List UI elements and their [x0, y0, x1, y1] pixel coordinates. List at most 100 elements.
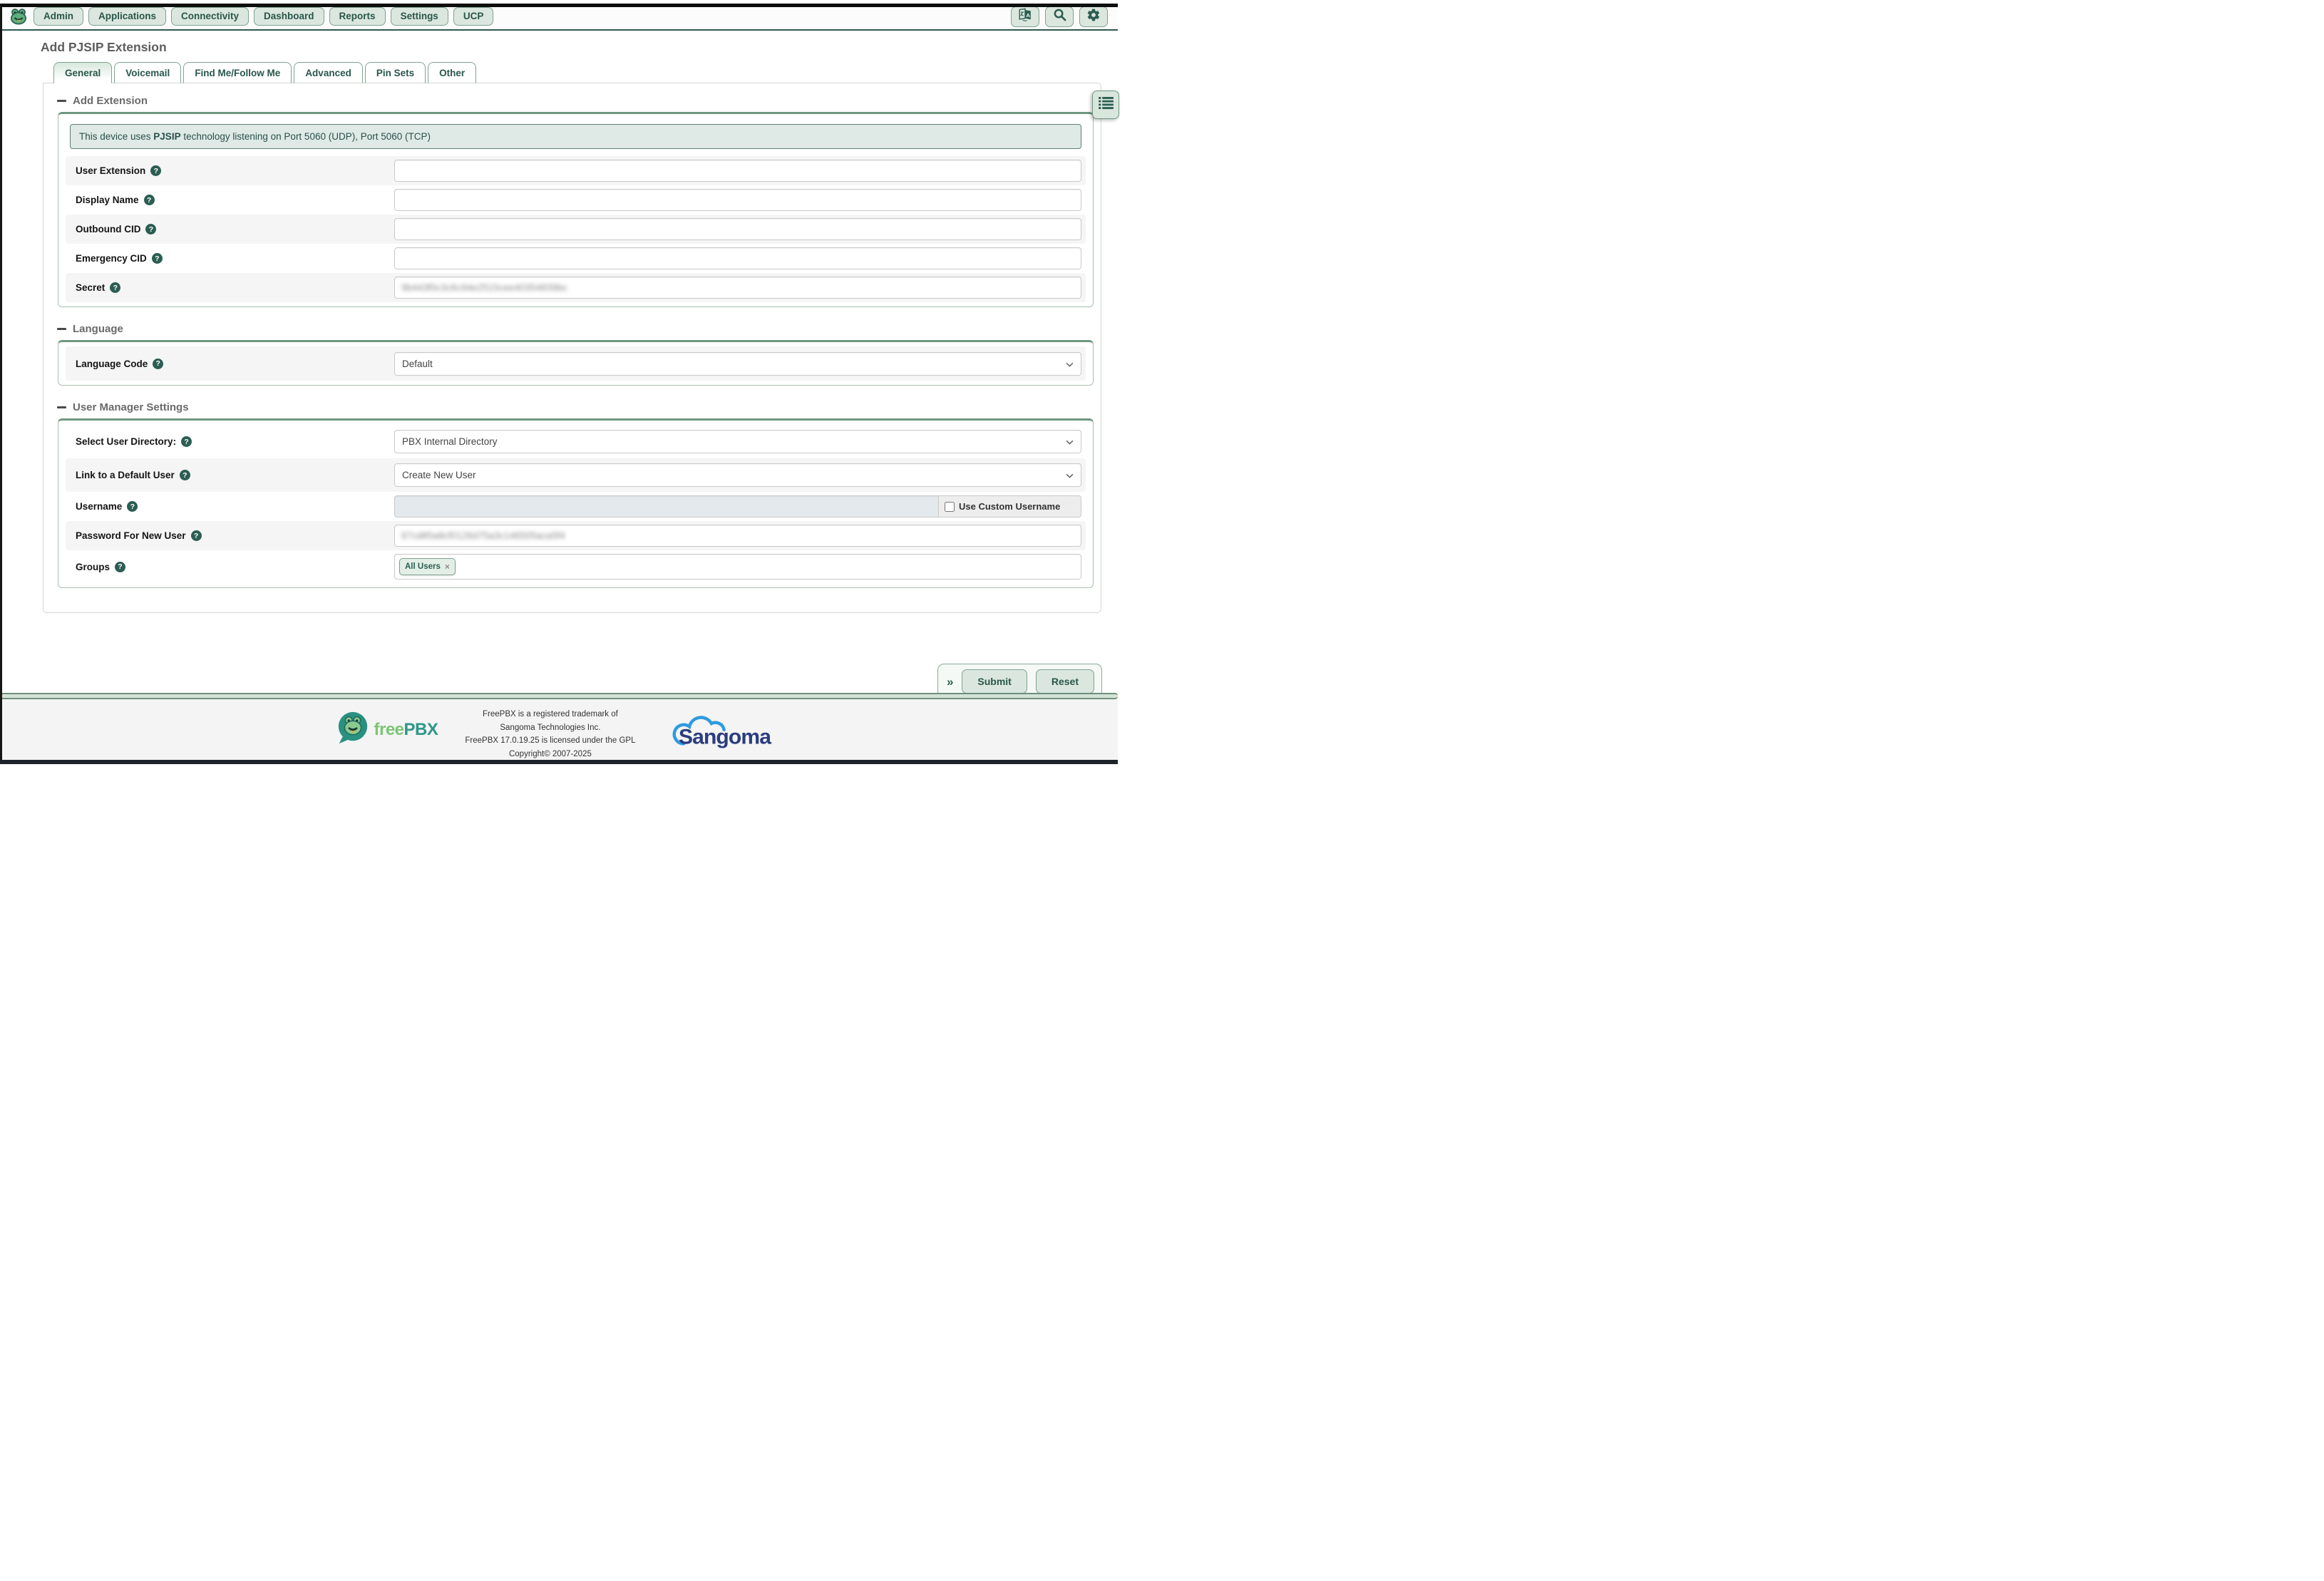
- help-icon[interactable]: ?: [145, 224, 156, 235]
- secret-label: Secret: [76, 282, 105, 293]
- nav-settings[interactable]: Settings: [391, 7, 448, 26]
- user-extension-label: User Extension: [76, 165, 145, 176]
- chevron-down-icon: [1066, 359, 1074, 369]
- language-translate-button[interactable]: A: [1011, 6, 1039, 27]
- footer-line: Sangoma Technologies Inc.: [465, 721, 635, 735]
- outbound-cid-input[interactable]: [394, 218, 1081, 240]
- notice-prefix: This device uses: [79, 131, 153, 142]
- section-add-extension[interactable]: Add Extension: [57, 95, 1101, 107]
- tab-find-me-follow-me[interactable]: Find Me/Follow Me: [183, 62, 292, 83]
- settings-gear-button[interactable]: [1079, 6, 1108, 27]
- section-language[interactable]: Language: [57, 323, 1101, 335]
- collapse-minus-icon: [57, 100, 66, 102]
- top-navbar: Admin Applications Connectivity Dashboar…: [0, 4, 1118, 31]
- custom-username-addon: Use Custom Username: [939, 495, 1081, 517]
- use-custom-username-label: Use Custom Username: [959, 501, 1060, 512]
- tab-general[interactable]: General: [53, 62, 112, 83]
- collapse-minus-icon: [57, 328, 66, 330]
- help-icon[interactable]: ?: [144, 195, 155, 205]
- freepbx-frog-icon[interactable]: [9, 8, 29, 25]
- group-tag-all-users[interactable]: All Users ×: [399, 558, 456, 575]
- section-title: Language: [73, 323, 123, 335]
- user-directory-select[interactable]: PBX Internal Directory: [394, 430, 1081, 453]
- help-icon[interactable]: ?: [152, 253, 163, 264]
- link-default-user-select[interactable]: Create New User: [394, 463, 1081, 487]
- display-name-input[interactable]: [394, 189, 1081, 211]
- tab-content-panel: Add Extension This device uses PJSIP tec…: [43, 83, 1101, 613]
- notice-bold: PJSIP: [153, 131, 180, 142]
- help-icon[interactable]: ?: [115, 562, 125, 572]
- search-icon: [1053, 8, 1066, 25]
- emergency-cid-label: Emergency CID: [76, 253, 147, 264]
- window-edge-bottom: [0, 760, 1118, 764]
- groups-label: Groups: [76, 562, 110, 572]
- freepbx-bubble-frog-icon: [336, 711, 370, 748]
- footer: freePBX FreePBX is a registered trademar…: [0, 699, 1118, 760]
- tab-advanced[interactable]: Advanced: [294, 62, 363, 83]
- row-user-extension: User Extension ?: [66, 156, 1086, 185]
- reset-button[interactable]: Reset: [1036, 669, 1094, 694]
- row-select-user-directory: Select User Directory: ? PBX Internal Di…: [66, 425, 1086, 458]
- section-user-manager[interactable]: User Manager Settings: [57, 401, 1101, 413]
- emergency-cid-input[interactable]: [394, 247, 1081, 269]
- secret-input[interactable]: 9b443f0c3c6c94e2515cee40354839bc: [394, 277, 1081, 299]
- language-fieldset: Language Code ? Default: [58, 340, 1094, 386]
- username-label: Username: [76, 501, 122, 512]
- language-code-select[interactable]: Default: [394, 352, 1081, 376]
- use-custom-username-checkbox[interactable]: [945, 502, 955, 512]
- tab-bar: General Voicemail Find Me/Follow Me Adva…: [53, 62, 1118, 83]
- row-secret: Secret ? 9b443f0c3c6c94e2515cee40354839b…: [66, 273, 1086, 302]
- remove-tag-icon[interactable]: ×: [445, 562, 450, 572]
- submit-button[interactable]: Submit: [962, 669, 1027, 694]
- translate-icon: A: [1017, 8, 1033, 25]
- user-extension-input[interactable]: [394, 160, 1081, 182]
- nav-applications[interactable]: Applications: [88, 7, 166, 26]
- help-icon[interactable]: ?: [181, 436, 192, 447]
- password-value-blurred: 67cd85a8cf0126d75a3c146505aca5f4: [401, 530, 565, 541]
- row-username: Username ? Use Custom Username: [66, 492, 1086, 521]
- row-display-name: Display Name ?: [66, 185, 1086, 215]
- help-icon[interactable]: ?: [150, 165, 161, 176]
- help-icon[interactable]: ?: [110, 282, 120, 293]
- select-user-directory-label: Select User Directory:: [76, 436, 176, 447]
- freepbx-footer-logo: freePBX: [336, 711, 438, 748]
- row-groups: Groups ? All Users ×: [66, 550, 1086, 583]
- footer-legal-text: FreePBX is a registered trademark of San…: [465, 708, 635, 761]
- row-outbound-cid: Outbound CID ?: [66, 215, 1086, 244]
- form-index-toggle-button[interactable]: [1092, 91, 1119, 119]
- sangoma-logo: Sangoma: [662, 712, 782, 751]
- footer-separator: [0, 693, 1118, 699]
- display-name-label: Display Name: [76, 195, 139, 205]
- outbound-cid-label: Outbound CID: [76, 224, 140, 235]
- link-default-user-value: Create New User: [402, 470, 476, 480]
- password-new-user-label: Password For New User: [76, 530, 186, 541]
- help-icon[interactable]: ?: [180, 470, 190, 480]
- user-directory-value: PBX Internal Directory: [402, 436, 498, 447]
- row-link-default-user: Link to a Default User ? Create New User: [66, 458, 1086, 492]
- chevron-down-icon: [1066, 436, 1074, 447]
- search-button[interactable]: [1045, 6, 1074, 27]
- chevron-down-icon: [1066, 470, 1074, 480]
- nav-dashboard[interactable]: Dashboard: [254, 7, 324, 26]
- nav-admin[interactable]: Admin: [34, 7, 83, 26]
- nav-reports[interactable]: Reports: [329, 7, 386, 26]
- tab-voicemail[interactable]: Voicemail: [114, 62, 181, 83]
- nav-ucp[interactable]: UCP: [453, 7, 494, 26]
- nav-connectivity[interactable]: Connectivity: [171, 7, 249, 26]
- language-code-value: Default: [402, 359, 433, 369]
- row-password-new-user: Password For New User ? 67cd85a8cf0126d7…: [66, 521, 1086, 550]
- tab-pin-sets[interactable]: Pin Sets: [365, 62, 426, 83]
- collapse-minus-icon: [57, 406, 66, 408]
- password-new-user-input[interactable]: 67cd85a8cf0126d75a3c146505aca5f4: [394, 525, 1081, 547]
- secret-value-blurred: 9b443f0c3c6c94e2515cee40354839bc: [401, 282, 567, 293]
- collapse-actions-icon[interactable]: »: [947, 676, 953, 688]
- add-extension-fieldset: This device uses PJSIP technology listen…: [58, 112, 1094, 307]
- help-icon[interactable]: ?: [127, 501, 138, 512]
- help-icon[interactable]: ?: [153, 359, 163, 369]
- groups-tag-input[interactable]: All Users ×: [394, 554, 1081, 580]
- tab-other[interactable]: Other: [428, 62, 476, 83]
- navbar-right-icons: A: [1011, 6, 1108, 27]
- footer-line: FreePBX is a registered trademark of: [465, 708, 635, 721]
- freepbx-wordmark: freePBX: [374, 720, 438, 740]
- help-icon[interactable]: ?: [191, 530, 202, 541]
